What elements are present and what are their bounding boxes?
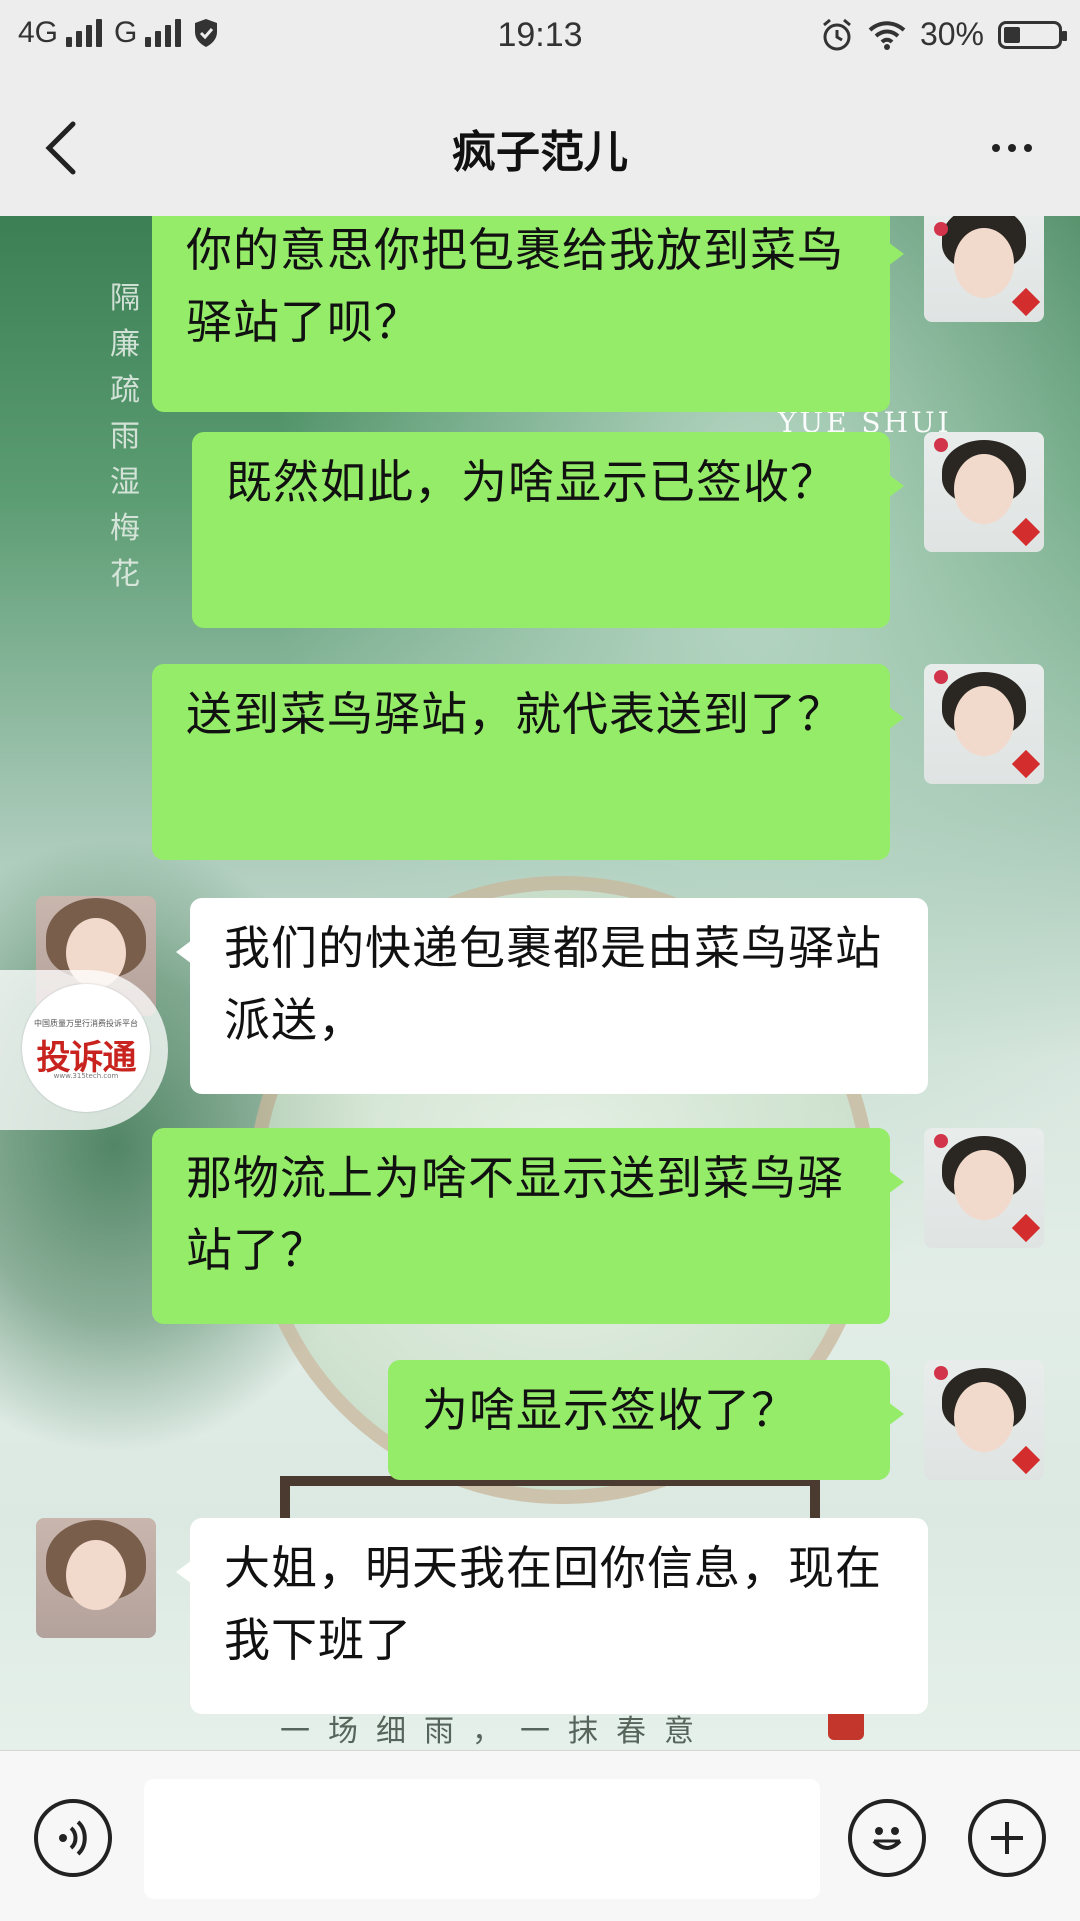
status-right: 30% bbox=[820, 16, 1067, 53]
message-text: 送到菜鸟驿站，就代表送到了？ bbox=[186, 687, 844, 741]
battery-percent: 30% bbox=[919, 16, 984, 52]
plus-icon bbox=[991, 1822, 1023, 1854]
more-dots-icon bbox=[992, 144, 1000, 152]
wifi-icon bbox=[868, 20, 906, 50]
message-text: 既然如此，为啥显示已签收？ bbox=[226, 455, 837, 509]
chat-title: 疯子范儿 bbox=[452, 127, 628, 178]
watermark-logo: 中国质量万里行消费投诉平台 投诉通 www.315tech.com bbox=[22, 984, 150, 1112]
poem-char: 花 bbox=[110, 557, 140, 592]
contact-avatar[interactable] bbox=[36, 1518, 156, 1638]
message-text: 大姐，明天我在回你信息，现在我下班了 bbox=[224, 1541, 882, 1667]
message-bubble-sent[interactable]: 你的意思你把包裹给我放到菜鸟驿站了呗？ bbox=[152, 216, 904, 412]
battery-icon bbox=[998, 20, 1067, 49]
emoji-button[interactable] bbox=[848, 1799, 926, 1877]
poem-char: 廉 bbox=[110, 327, 140, 362]
poem-char: 隔 bbox=[110, 281, 140, 316]
my-avatar[interactable] bbox=[924, 1360, 1044, 1480]
message-bubble-sent[interactable]: 为啥显示签收了？ bbox=[388, 1360, 904, 1480]
message-bubble-sent[interactable]: 既然如此，为啥显示已签收？ bbox=[192, 432, 904, 628]
background-poem: 隔廉疏雨湿梅花 bbox=[110, 276, 144, 598]
my-avatar[interactable] bbox=[924, 664, 1044, 784]
message-text: 为啥显示签收了？ bbox=[422, 1383, 798, 1437]
message-bubble-sent[interactable]: 送到菜鸟驿站，就代表送到了？ bbox=[152, 664, 904, 860]
watermark-url: www.315tech.com bbox=[53, 1072, 119, 1080]
message-bubble-received[interactable]: 我们的快递包裹都是由菜鸟驿站派送， bbox=[176, 898, 928, 1094]
message-bubble-sent[interactable]: 那物流上为啥不显示送到菜鸟驿站了？ bbox=[152, 1128, 904, 1324]
chat-area[interactable]: 隔廉疏雨湿梅花 YUE SHUI 一场细雨，一抹春意 你的意思你把包裹给我放到菜… bbox=[0, 216, 1080, 1750]
poem-char: 梅 bbox=[110, 511, 140, 546]
poem-char: 疏 bbox=[110, 373, 140, 408]
more-button[interactable] bbox=[972, 118, 1052, 178]
message-text: 你的意思你把包裹给我放到菜鸟驿站了呗？ bbox=[186, 223, 844, 349]
my-avatar[interactable] bbox=[924, 1128, 1044, 1248]
poem-char: 湿 bbox=[110, 465, 140, 500]
alarm-icon bbox=[822, 18, 851, 50]
emoji-icon bbox=[872, 1827, 902, 1850]
watermark-badge: 中国质量万里行消费投诉平台 投诉通 www.315tech.com bbox=[0, 970, 168, 1130]
plus-button[interactable] bbox=[968, 1799, 1046, 1877]
voice-icon bbox=[59, 1820, 87, 1856]
my-avatar[interactable] bbox=[924, 216, 1044, 322]
input-bar bbox=[0, 1750, 1080, 1921]
chat-header: 疯子范儿 bbox=[0, 78, 1080, 216]
voice-button[interactable] bbox=[34, 1799, 112, 1877]
my-avatar[interactable] bbox=[924, 432, 1044, 552]
status-bar: 4G G 19:13 30% bbox=[0, 0, 1080, 78]
message-bubble-received[interactable]: 大姐，明天我在回你信息，现在我下班了 bbox=[176, 1518, 928, 1714]
watermark-small-text: 中国质量万里行消费投诉平台 bbox=[34, 1019, 138, 1028]
message-text: 那物流上为啥不显示送到菜鸟驿站了？ bbox=[186, 1151, 844, 1277]
poem-char: 雨 bbox=[110, 419, 140, 454]
message-input[interactable] bbox=[144, 1779, 820, 1899]
message-text: 我们的快递包裹都是由菜鸟驿站派送， bbox=[224, 921, 882, 1047]
